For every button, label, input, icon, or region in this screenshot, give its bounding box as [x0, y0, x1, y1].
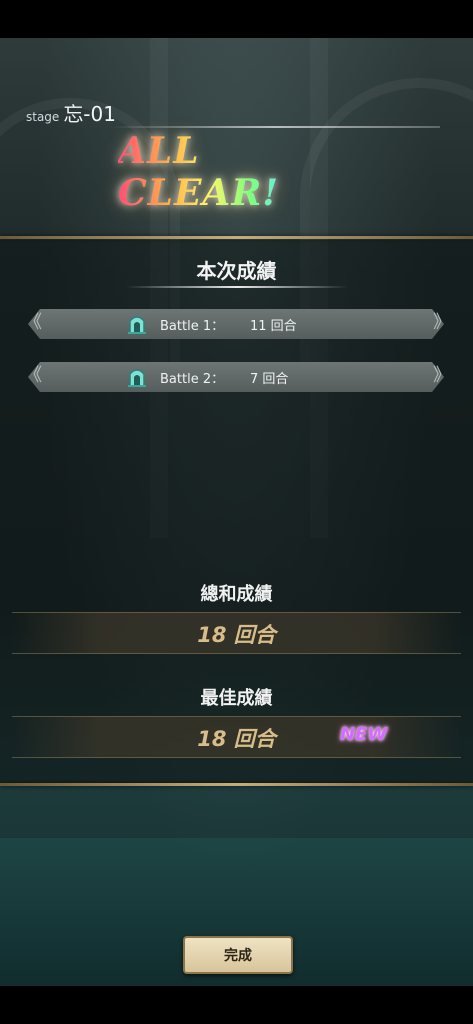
top-gold-divider: [0, 236, 473, 239]
chevron-right-icon: 》: [433, 365, 451, 386]
done-button[interactable]: 完成: [183, 936, 293, 974]
chevron-left-icon: 《: [24, 365, 42, 386]
title-underline: [126, 286, 348, 288]
all-clear-banner: ALL CLEAR!: [118, 130, 358, 214]
battle-value: 11 回合: [250, 318, 297, 334]
stage-label: stage 忘-01: [26, 98, 116, 127]
stage-divider: [110, 126, 440, 128]
total-score-title: 總和成績: [200, 584, 273, 605]
stage-prefix: stage: [26, 110, 60, 124]
chevron-right-icon: 》: [433, 312, 451, 333]
best-score-title: 最佳成績: [200, 688, 273, 709]
gate-icon: [128, 314, 146, 334]
battle-row-1: Battle 1： 11 回合: [28, 309, 444, 339]
total-score-value: 18 回合: [197, 623, 276, 647]
stage-number: 忘-01: [63, 102, 116, 126]
chevron-left-icon: 《: [24, 312, 42, 333]
battle-name: Battle 2：: [160, 371, 225, 387]
bottom-gold-divider: [0, 783, 473, 786]
best-score-value: 18 回合: [197, 727, 276, 751]
battle-name: Battle 1：: [160, 318, 225, 334]
result-screen: stage 忘-01 ALL CLEAR! 本次成績 Battle 1： 11 回…: [0, 38, 473, 986]
new-record-badge: NEW: [340, 724, 388, 745]
battle-row-2: Battle 2： 7 回合: [28, 362, 444, 392]
battle-value: 7 回合: [250, 371, 289, 387]
gate-icon: [128, 367, 146, 387]
current-results-title: 本次成績: [196, 259, 277, 283]
